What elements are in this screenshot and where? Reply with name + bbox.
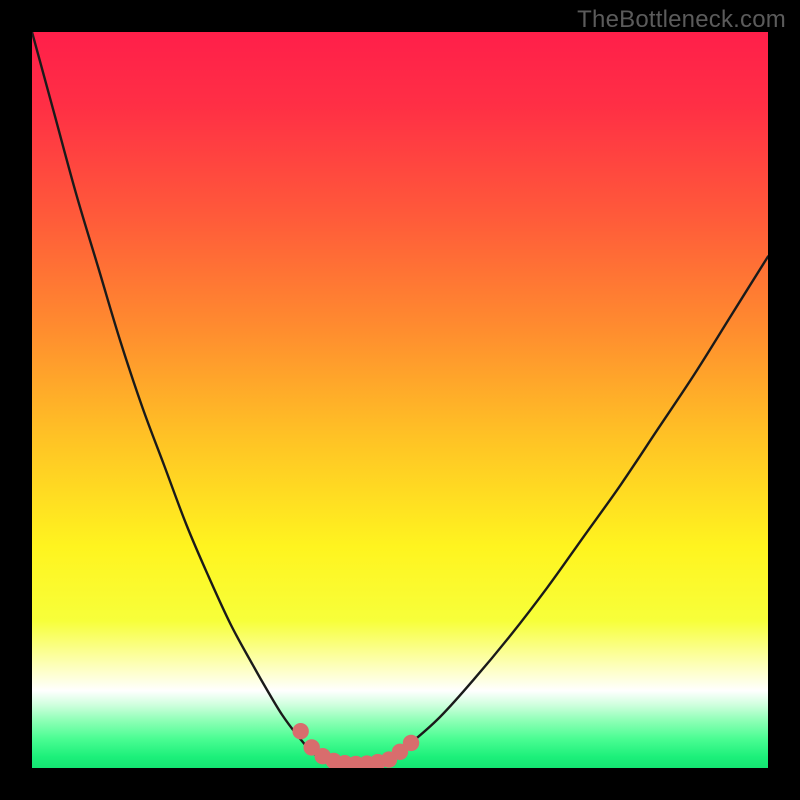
valley-dot (292, 723, 308, 739)
watermark-text: TheBottleneck.com (577, 6, 786, 34)
chart-svg (32, 32, 768, 768)
gradient-background (32, 32, 768, 768)
chart-plot (32, 32, 768, 768)
valley-dot (403, 735, 419, 751)
chart-frame: TheBottleneck.com (0, 0, 800, 800)
